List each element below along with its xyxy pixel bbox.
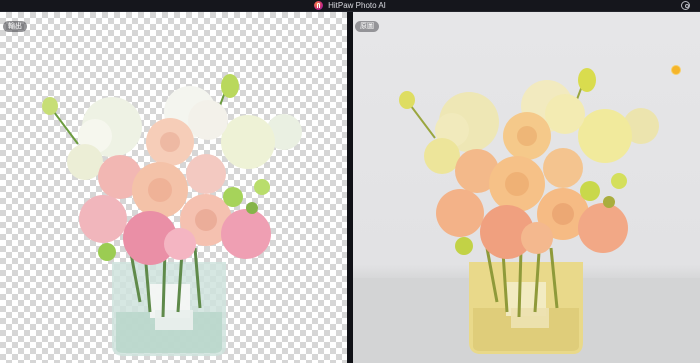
app-title-group: HitPaw Photo AI bbox=[0, 0, 700, 11]
output-label: 輸出 bbox=[3, 21, 27, 32]
enhance-indicator-icon[interactable] bbox=[672, 66, 680, 74]
app-title: HitPaw Photo AI bbox=[328, 1, 386, 10]
hitpaw-logo-icon bbox=[314, 1, 324, 10]
output-preview-pane[interactable]: 輸出 bbox=[0, 12, 347, 363]
title-bar: HitPaw Photo AI bbox=[0, 0, 700, 12]
original-label: 原圖 bbox=[355, 21, 379, 32]
original-preview-pane[interactable]: 原圖 bbox=[353, 12, 700, 363]
bouquet-cutout-image bbox=[42, 74, 302, 356]
account-icon[interactable] bbox=[681, 1, 690, 10]
bouquet-original-image bbox=[353, 68, 700, 363]
